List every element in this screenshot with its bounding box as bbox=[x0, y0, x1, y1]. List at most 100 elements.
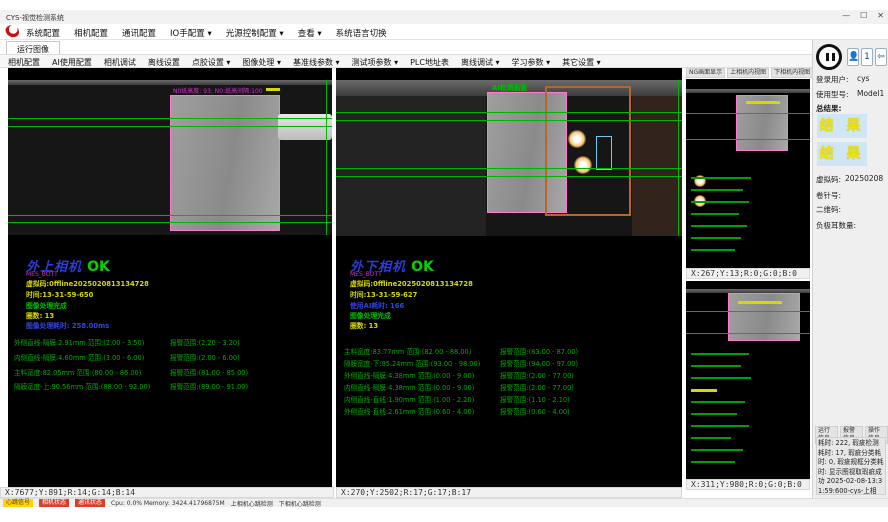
mid-cursor-status: X:270;Y:2502;R:17;G:17;B:17 bbox=[336, 487, 682, 498]
login-value[interactable]: cys bbox=[857, 74, 869, 83]
measure-row: 隔膜宽度-下:95.24mm 范围:(93.00 - 98.00) bbox=[344, 358, 480, 368]
overlay-marker bbox=[738, 301, 782, 304]
tool-offline-debug[interactable]: 离线调试 ▾ bbox=[461, 57, 500, 68]
maximize-icon[interactable]: ☐ bbox=[860, 11, 867, 20]
overlay-text-bar bbox=[691, 437, 731, 439]
thumb-viewport-top[interactable] bbox=[686, 79, 810, 268]
tool-image-process[interactable]: 图像处理 ▾ bbox=[242, 57, 281, 68]
mid-turns: 圈数: 13 bbox=[350, 320, 378, 330]
overlay-text-bar bbox=[691, 413, 737, 415]
tab-row: 运行图像 bbox=[0, 40, 888, 54]
menu-light-config[interactable]: 光源控制配置 ▾ bbox=[226, 27, 284, 39]
baseline-line bbox=[8, 222, 332, 223]
thumb-top-status: X:267;Y:13;R:0;G:0;B:0 bbox=[686, 268, 810, 279]
measure-row: 外侧直线-隔膜:4.38mm 范围:(0.00 - 9.00) bbox=[344, 370, 474, 380]
tool-camera-debug[interactable]: 相机调试 bbox=[104, 57, 136, 68]
count-button[interactable]: 1 bbox=[861, 48, 873, 66]
overlay-text-bar bbox=[691, 425, 749, 427]
left-cursor-status: X:7677;Y:891;R:14;G:14;B:14 bbox=[0, 487, 334, 498]
measure-row: 内侧直线-隔膜:4.60mm 范围:(3.00 - 6.00) bbox=[14, 352, 144, 362]
mid-time: 时间:13-31-59-627 bbox=[350, 289, 417, 299]
alarm-range: 报警范围:(2.00 - 77.00) bbox=[500, 382, 574, 392]
needle-label: 卷针号: bbox=[816, 190, 841, 201]
run-log[interactable]: 耗时: 222, 瑕疵检测耗时: 17, 瑕疵分类耗时: 0, 瑕疵规框分类耗时… bbox=[816, 437, 886, 495]
baseline-line bbox=[686, 311, 810, 312]
overlay-text-bar bbox=[691, 189, 743, 191]
tool-other-setting[interactable]: 其它设置 ▾ bbox=[562, 57, 601, 68]
tab-ng-display[interactable]: NG画面显示 bbox=[686, 68, 725, 78]
baseline-line bbox=[336, 168, 682, 169]
alarm-range: 报警范围:(2.00 - 77.00) bbox=[500, 370, 574, 380]
baseline-line bbox=[336, 120, 682, 121]
detect-box bbox=[596, 136, 612, 170]
mid-ai-time: 使用AI耗时: 166 bbox=[350, 300, 404, 310]
measure-row: 内侧直线-直线:1.90mm 范围:(1.00 - 2.20) bbox=[344, 394, 474, 404]
menu-io-config[interactable]: IO手配置 ▾ bbox=[170, 27, 212, 39]
baseline-line bbox=[686, 139, 810, 140]
thumb-bottom-status: X:311;Y:980;R:0;G:0;B:0 bbox=[686, 479, 810, 490]
camera-state-badge: 相机状态 bbox=[39, 499, 69, 507]
camera-ok-status: OK bbox=[87, 259, 110, 275]
mid-process-done: 图像处理完成 bbox=[350, 310, 391, 320]
app-window: CYS-视觉检测系统 — ☐ ✕ 系统配置 相机配置 通讯配置 IO手配置 ▾ … bbox=[0, 0, 888, 522]
overlay-text-bar bbox=[691, 449, 743, 451]
machine-body bbox=[632, 96, 682, 236]
lower-cam-heartbeat: 下相机心跳检测 bbox=[279, 499, 321, 508]
model-value[interactable]: Model1 bbox=[857, 89, 884, 98]
app-logo-icon bbox=[3, 23, 21, 41]
ai-detect-roi bbox=[545, 86, 631, 216]
overlay-text-bar bbox=[691, 213, 739, 215]
vcode-label: 虚拟码: bbox=[816, 174, 841, 185]
baseline-line bbox=[336, 112, 682, 113]
minimize-icon[interactable]: — bbox=[842, 11, 850, 20]
tab-lower-view[interactable]: 下相机内视图 bbox=[771, 68, 813, 78]
measure-row: 主料宽度:82.05mm 范围:(80.00 - 86.00) bbox=[14, 367, 141, 377]
mid-barcode: 虚拟码:0ffline2025020813134728 bbox=[350, 278, 473, 288]
menu-language-switch[interactable]: 系统语言切换 bbox=[336, 27, 387, 39]
menu-view[interactable]: 查看 ▾ bbox=[298, 27, 322, 39]
statusbar: 心跳信号 相机状态 通讯状态 Cpu: 0.0% Memory: 3424.41… bbox=[0, 498, 888, 507]
tool-glue-setting[interactable]: 点胶设置 ▾ bbox=[192, 57, 231, 68]
tool-camera-config[interactable]: 相机配置 bbox=[8, 57, 40, 68]
left-process-time: 图像处理耗时: 258.00ms bbox=[26, 320, 109, 330]
model-label: 使用型号: bbox=[816, 89, 849, 100]
left-process-done: 图像处理完成 bbox=[26, 300, 67, 310]
tool-learn-params[interactable]: 学习参数 ▾ bbox=[512, 57, 551, 68]
tool-ai-usage[interactable]: AI使用配置 bbox=[52, 57, 92, 68]
tool-test-params[interactable]: 测试项参数 ▾ bbox=[352, 57, 399, 68]
overlay-text-bar bbox=[691, 201, 749, 203]
left-camera-viewport[interactable]: N0纸高度: 93; N0:纸高间隔:100 外上相机 OK MES_BOTT … bbox=[8, 68, 332, 487]
baseline-line bbox=[8, 126, 332, 127]
tab-upper-view[interactable]: 上相机内视图 bbox=[727, 68, 769, 78]
overlay-text-bar bbox=[691, 365, 741, 367]
menu-system-config[interactable]: 系统配置 bbox=[26, 27, 60, 39]
tool-offline-setting[interactable]: 离线设置 bbox=[148, 57, 180, 68]
alarm-range: 报警范围:(83.00 - 87.00) bbox=[500, 346, 578, 356]
tool-baseline-params[interactable]: 基准线参数 ▾ bbox=[293, 57, 340, 68]
glow-spot bbox=[568, 130, 586, 148]
overlay-text-bar bbox=[691, 401, 745, 403]
user-lock-button[interactable]: 👤 bbox=[847, 48, 859, 66]
close-icon[interactable]: ✕ bbox=[877, 11, 884, 20]
pause-button[interactable] bbox=[816, 44, 842, 70]
alarm-range: 报警范围:(2.20 - 3.20) bbox=[170, 337, 240, 347]
thumb-viewport-bottom[interactable] bbox=[686, 281, 810, 479]
mid-camera-viewport[interactable]: AI检测画面 外下相机 OK MES_BOTT 虚拟码:0ffline20250… bbox=[336, 68, 682, 487]
mes-tag: MES_BOTT bbox=[350, 271, 382, 278]
measure-row: 外侧直线-直线:2.61mm 范围:(0.60 - 4.00) bbox=[344, 406, 474, 416]
exit-arrow-button[interactable]: ⇦ bbox=[875, 48, 887, 66]
comm-state-badge: 通讯状态 bbox=[75, 499, 105, 507]
tool-plc-table[interactable]: PLC地址表 bbox=[410, 57, 449, 68]
menu-comm-config[interactable]: 通讯配置 bbox=[122, 27, 156, 39]
toolbar: 相机配置 AI使用配置 相机调试 离线设置 点胶设置 ▾ 图像处理 ▾ 基准线参… bbox=[0, 54, 888, 68]
upper-cam-heartbeat: 上相机心跳检测 bbox=[231, 499, 273, 508]
alarm-range: 报警范围:(0.60 - 4.00) bbox=[500, 406, 570, 416]
menu-camera-config[interactable]: 相机配置 bbox=[74, 27, 108, 39]
baseline-line bbox=[686, 113, 810, 114]
alarm-range: 报警范围:(94.00 - 97.00) bbox=[500, 358, 578, 368]
measure-row: 隔膜宽度-上:90.56mm 范围:(88.00 - 92.00) bbox=[14, 381, 150, 391]
mes-tag: MES_BOTT bbox=[26, 271, 58, 278]
titlebar: CYS-视觉检测系统 — ☐ ✕ bbox=[0, 10, 888, 24]
tab-run-image[interactable]: 运行图像 bbox=[6, 41, 60, 54]
left-turns: 圈数: 13 bbox=[26, 310, 54, 320]
